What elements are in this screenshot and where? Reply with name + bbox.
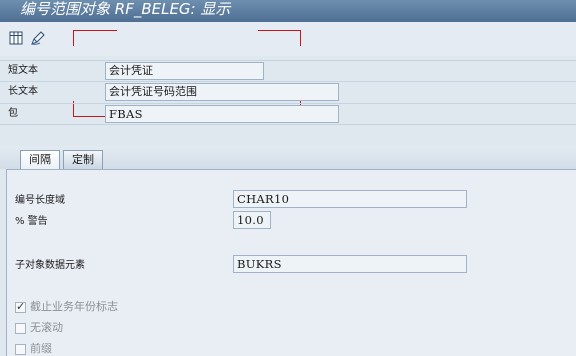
long-text-field[interactable]: 会计凭证号码范围 — [105, 83, 339, 101]
edit-pen-icon[interactable] — [30, 30, 46, 46]
warning-percent-field[interactable]: 10.0 — [233, 211, 271, 229]
subobject-data-element-label: 子对象数据元素 — [15, 260, 85, 271]
separator — [0, 81, 576, 82]
window-title-bar: 编号范围对象 RF_BELEG: 显示 — [0, 0, 576, 22]
prefix-checkbox[interactable] — [15, 344, 26, 355]
separator — [0, 60, 576, 61]
table-icon[interactable] — [9, 31, 23, 45]
package-field[interactable]: FBAS — [105, 105, 339, 123]
annotation-bracket-top-left — [73, 30, 117, 46]
annotation-bracket-top-right — [258, 30, 301, 46]
prefix-label: 前缀 — [30, 342, 52, 355]
long-text-label: 长文本 — [8, 86, 38, 97]
tab-customizing[interactable]: 定制 — [63, 150, 103, 169]
no-rolling-label: 无滚动 — [30, 321, 63, 334]
warning-percent-label: % 警告 — [15, 216, 48, 227]
subobject-data-element-field[interactable]: BUKRS — [233, 255, 467, 273]
window-title: 编号范围对象 RF_BELEG: 显示 — [20, 0, 231, 18]
fiscal-year-flag-label: 截止业务年份标志 — [30, 300, 118, 313]
separator — [0, 103, 576, 104]
no-rolling-checkbox[interactable] — [15, 323, 26, 334]
tab-intervals[interactable]: 间隔 — [20, 150, 60, 170]
tab-strip: 间隔 定制 — [0, 146, 576, 170]
short-text-label: 短文本 — [8, 65, 38, 76]
fiscal-year-flag-checkbox[interactable] — [15, 300, 26, 313]
short-text-field[interactable]: 会计凭证 — [105, 62, 264, 80]
number-length-domain-label: 编号长度域 — [15, 195, 65, 206]
separator — [0, 124, 576, 125]
package-label: 包 — [8, 108, 18, 119]
number-length-domain-field[interactable]: CHAR10 — [233, 190, 467, 208]
